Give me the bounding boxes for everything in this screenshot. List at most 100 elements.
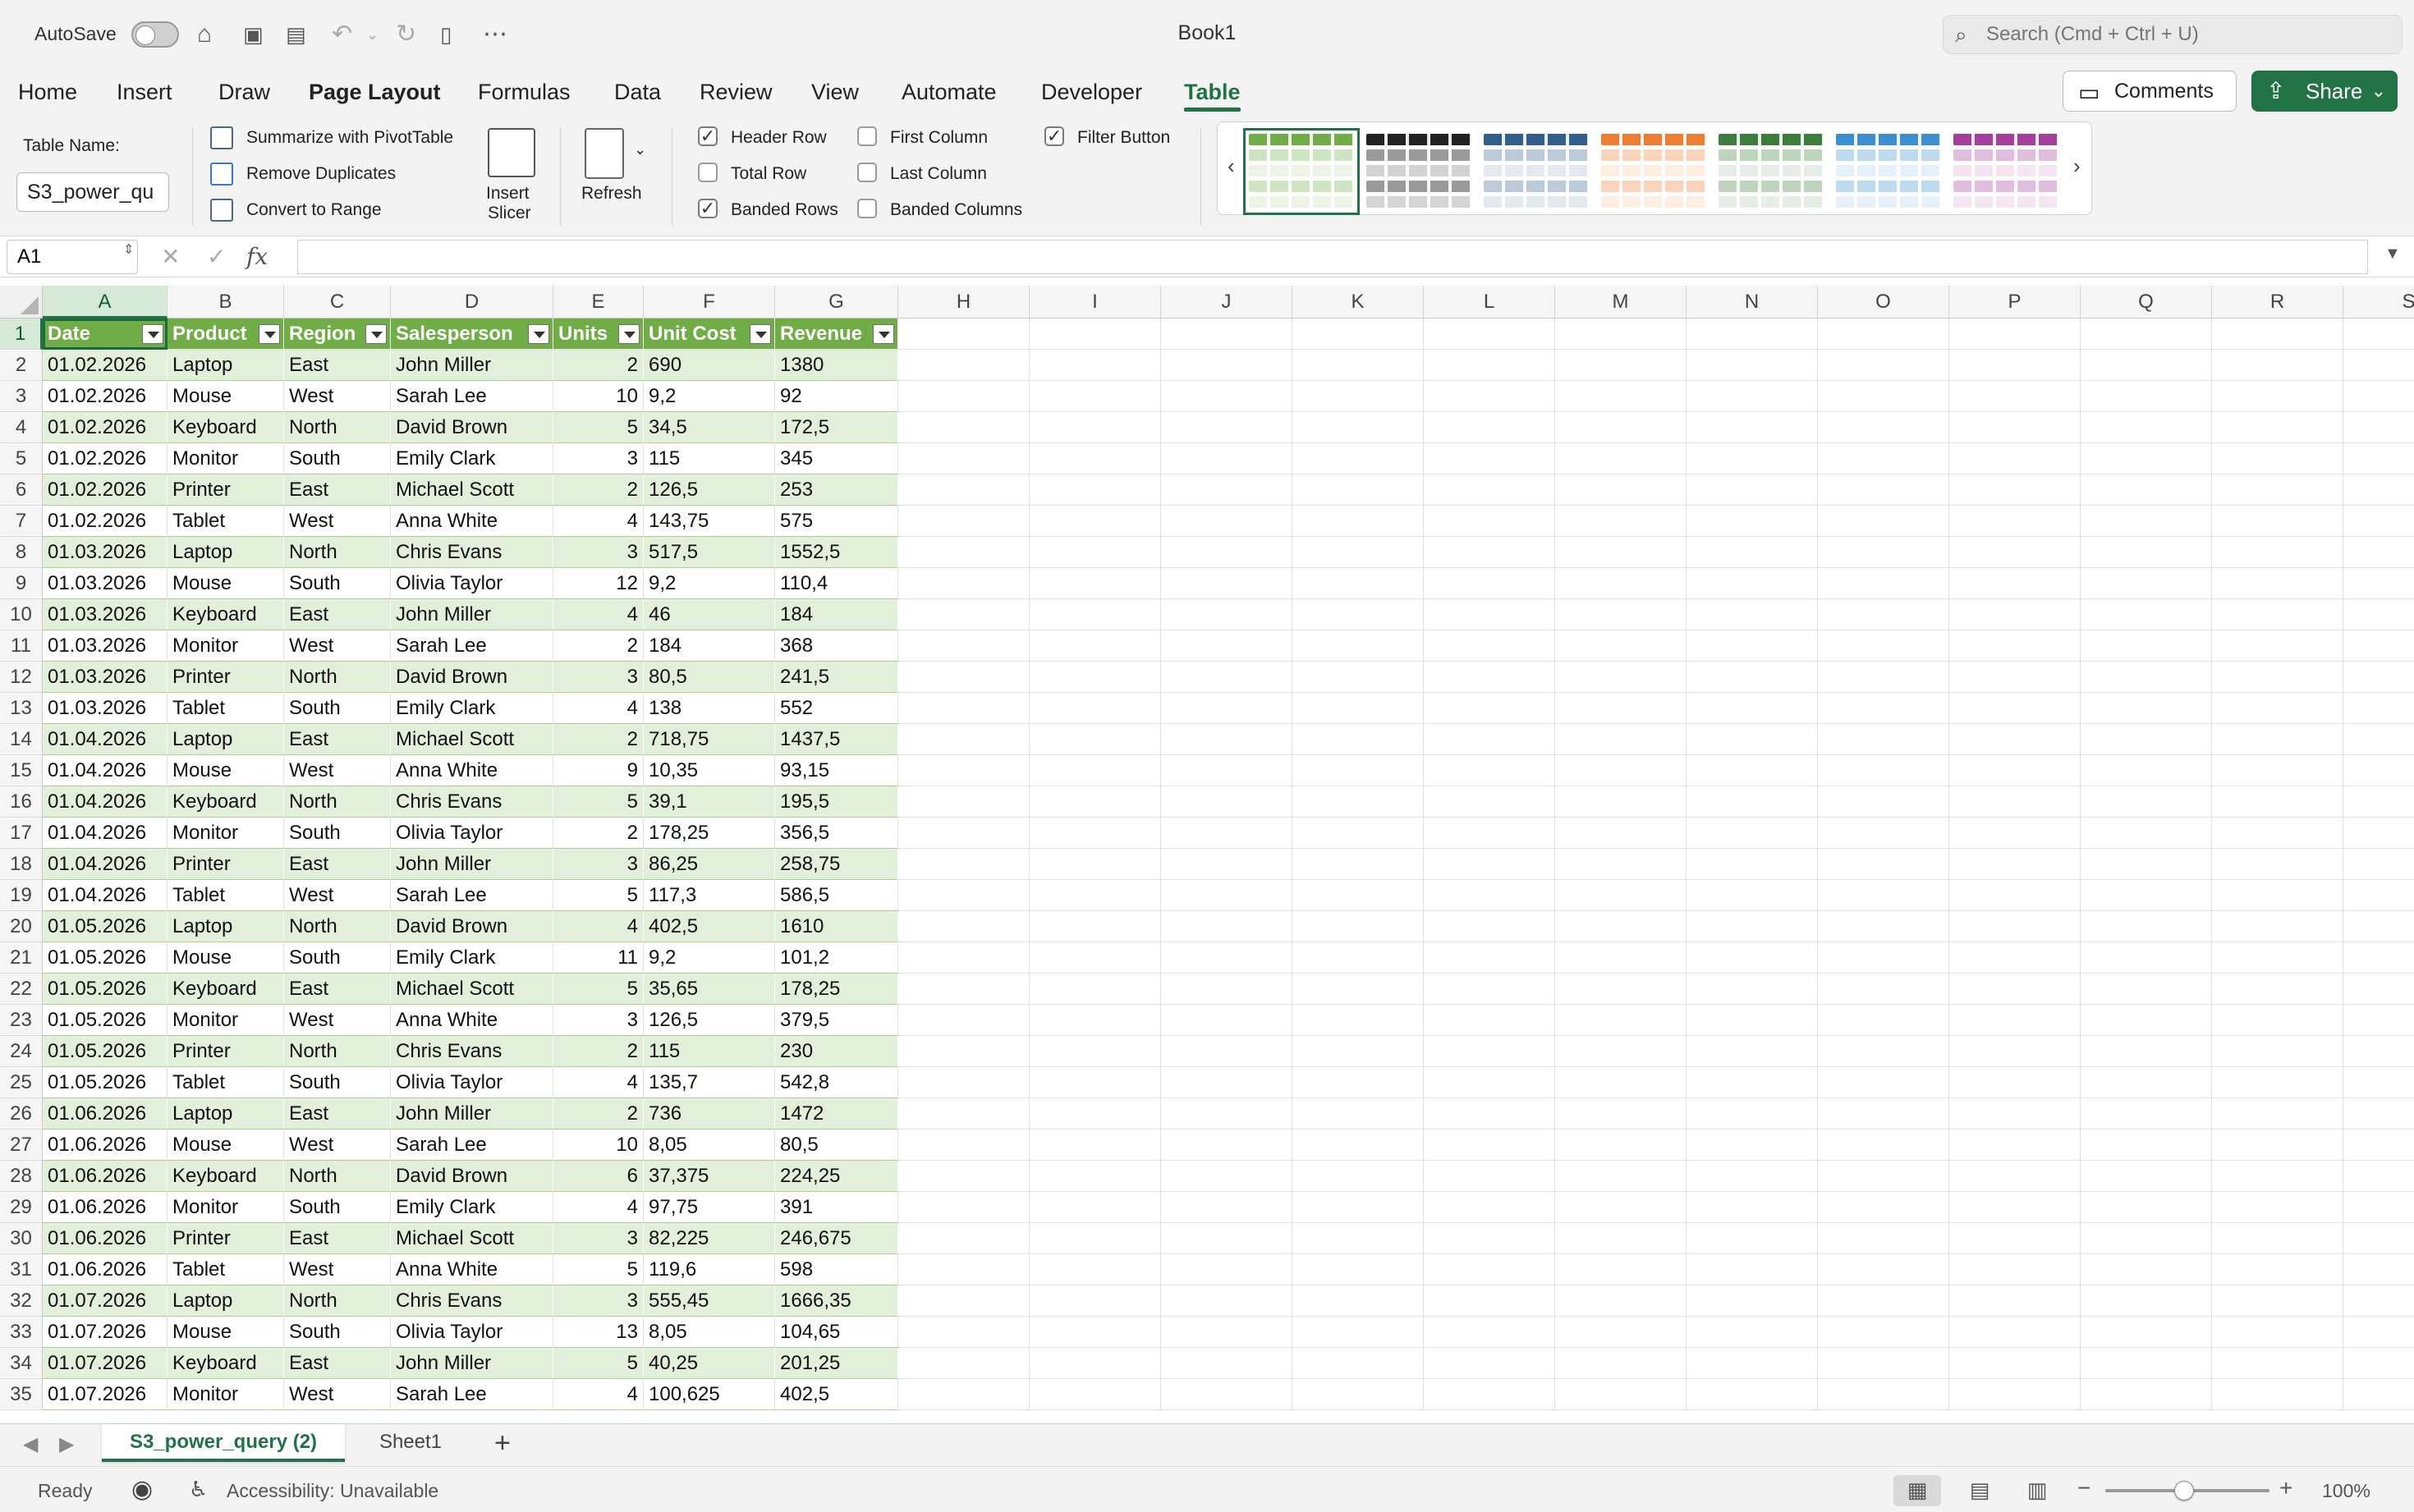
empty-cell[interactable]	[2081, 942, 2212, 974]
table-cell[interactable]: Monitor	[168, 443, 284, 474]
select-all-corner[interactable]	[0, 286, 43, 318]
table-cell[interactable]: 224,25	[775, 1161, 898, 1192]
empty-cell[interactable]	[1161, 818, 1292, 849]
empty-cell[interactable]	[2212, 1067, 2343, 1098]
empty-cell[interactable]	[1818, 1036, 1949, 1067]
empty-cell[interactable]	[1818, 474, 1949, 506]
table-cell[interactable]: Tablet	[168, 1254, 284, 1285]
empty-cell[interactable]	[1161, 1098, 1292, 1129]
empty-cell[interactable]	[1555, 755, 1687, 786]
table-cell[interactable]: 01.07.2026	[43, 1285, 168, 1317]
empty-cell[interactable]	[898, 1379, 1030, 1410]
column-header-j[interactable]: J	[1161, 286, 1292, 318]
table-cell[interactable]: 9,2	[644, 568, 775, 599]
table-cell[interactable]: 6	[553, 1161, 644, 1192]
empty-cell[interactable]	[2081, 755, 2212, 786]
empty-cell[interactable]	[1292, 412, 1424, 443]
enter-icon[interactable]: ✓	[207, 243, 226, 270]
empty-cell[interactable]	[1555, 942, 1687, 974]
empty-cell[interactable]	[1292, 1379, 1424, 1410]
empty-cell[interactable]	[898, 818, 1030, 849]
empty-cell[interactable]	[2212, 974, 2343, 1005]
table-header-cell[interactable]: Revenue	[775, 318, 898, 350]
tab-developer[interactable]: Developer	[1041, 74, 1142, 110]
undo-dropdown-icon[interactable]: ⌄	[366, 18, 379, 51]
empty-cell[interactable]	[1030, 1348, 1161, 1379]
table-cell[interactable]: 178,25	[644, 818, 775, 849]
filter-dropdown-icon[interactable]	[750, 324, 771, 344]
empty-cell[interactable]	[1555, 786, 1687, 818]
total-row-checkbox[interactable]	[698, 163, 718, 182]
table-cell[interactable]: Printer	[168, 1036, 284, 1067]
empty-cell[interactable]	[1555, 818, 1687, 849]
empty-cell[interactable]	[898, 1285, 1030, 1317]
empty-cell[interactable]	[1292, 724, 1424, 755]
empty-cell[interactable]	[1292, 443, 1424, 474]
table-header-cell[interactable]: Region	[284, 318, 391, 350]
table-cell[interactable]: 184	[644, 630, 775, 662]
empty-cell[interactable]	[1030, 506, 1161, 537]
tab-data[interactable]: Data	[614, 74, 661, 110]
table-cell[interactable]: 01.03.2026	[43, 568, 168, 599]
column-header-p[interactable]: P	[1949, 286, 2081, 318]
empty-cell[interactable]	[1949, 786, 2081, 818]
tab-formulas[interactable]: Formulas	[478, 74, 571, 110]
row-header[interactable]: 29	[0, 1192, 43, 1223]
table-cell[interactable]: 598	[775, 1254, 898, 1285]
empty-cell[interactable]	[898, 724, 1030, 755]
table-cell[interactable]: Keyboard	[168, 599, 284, 630]
empty-cell[interactable]	[1030, 911, 1161, 942]
empty-cell[interactable]	[898, 630, 1030, 662]
empty-cell[interactable]	[1949, 1067, 2081, 1098]
row-header[interactable]: 24	[0, 1036, 43, 1067]
empty-cell[interactable]	[2343, 693, 2414, 724]
empty-cell[interactable]	[1555, 911, 1687, 942]
table-cell[interactable]: 555,45	[644, 1285, 775, 1317]
table-header-cell[interactable]: Unit Cost	[644, 318, 775, 350]
empty-cell[interactable]	[2212, 849, 2343, 880]
table-cell[interactable]: 542,8	[775, 1067, 898, 1098]
empty-cell[interactable]	[1161, 1067, 1292, 1098]
column-header-f[interactable]: F	[644, 286, 775, 318]
empty-cell[interactable]	[1818, 1254, 1949, 1285]
table-cell[interactable]: 9,2	[644, 381, 775, 412]
empty-cell[interactable]	[2212, 1254, 2343, 1285]
empty-cell[interactable]	[2212, 1129, 2343, 1161]
empty-cell[interactable]	[1161, 974, 1292, 1005]
table-cell[interactable]: 184	[775, 599, 898, 630]
empty-cell[interactable]	[1818, 412, 1949, 443]
table-cell[interactable]: 01.04.2026	[43, 849, 168, 880]
table-cell[interactable]: 01.02.2026	[43, 381, 168, 412]
sheet-tab-s3-power-query-2[interactable]: S3_power_query (2)	[102, 1424, 345, 1462]
empty-cell[interactable]	[1424, 1254, 1555, 1285]
empty-cell[interactable]	[2212, 1285, 2343, 1317]
empty-cell[interactable]	[1818, 568, 1949, 599]
row-header[interactable]: 32	[0, 1285, 43, 1317]
empty-cell[interactable]	[1687, 443, 1818, 474]
empty-cell[interactable]	[1818, 1098, 1949, 1129]
empty-cell[interactable]	[1818, 630, 1949, 662]
table-cell[interactable]: East	[284, 1098, 391, 1129]
table-cell[interactable]: Laptop	[168, 1098, 284, 1129]
empty-cell[interactable]	[898, 1317, 1030, 1348]
empty-cell[interactable]	[1161, 1379, 1292, 1410]
table-cell[interactable]: 01.04.2026	[43, 724, 168, 755]
empty-cell[interactable]	[1555, 1067, 1687, 1098]
table-style-swatch[interactable]	[1953, 134, 2058, 209]
empty-cell[interactable]	[2343, 974, 2414, 1005]
column-header-r[interactable]: R	[2212, 286, 2343, 318]
row-header[interactable]: 6	[0, 474, 43, 506]
empty-cell[interactable]	[898, 662, 1030, 693]
empty-cell[interactable]	[1424, 1036, 1555, 1067]
new-document-icon[interactable]: ▯	[440, 18, 452, 51]
empty-cell[interactable]	[1161, 1285, 1292, 1317]
empty-cell[interactable]	[1292, 1285, 1424, 1317]
row-header[interactable]: 31	[0, 1254, 43, 1285]
empty-cell[interactable]	[2081, 880, 2212, 911]
empty-cell[interactable]	[2212, 506, 2343, 537]
row-header[interactable]: 16	[0, 786, 43, 818]
table-cell[interactable]: Michael Scott	[391, 1223, 553, 1254]
empty-cell[interactable]	[1292, 599, 1424, 630]
empty-cell[interactable]	[1292, 1036, 1424, 1067]
empty-cell[interactable]	[1424, 1005, 1555, 1036]
